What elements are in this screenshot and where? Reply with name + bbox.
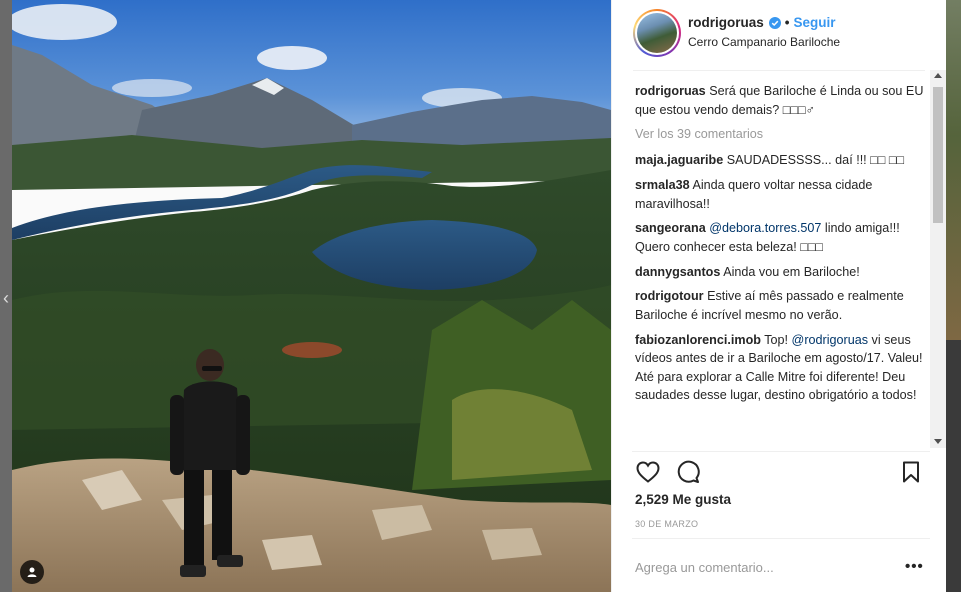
comment-bubble-icon[interactable] (675, 459, 701, 485)
divider (633, 70, 925, 71)
follow-button[interactable]: Seguir (794, 15, 836, 30)
divider (632, 451, 930, 452)
avatar[interactable] (633, 9, 681, 57)
likes-count[interactable]: 2,529 Me gusta (635, 492, 731, 507)
comment-username[interactable]: maja.jaguaribe (635, 153, 723, 167)
chevron-left-icon[interactable]: ‹ (0, 286, 12, 310)
user-tag-icon[interactable] (20, 560, 44, 584)
comment-username[interactable]: fabiozanlorenci.imob (635, 333, 761, 347)
post-header: rodrigoruas • Seguir Cerro Campanario Ba… (612, 0, 947, 70)
list-item: rodrigotour Estive aí mês passado e real… (635, 287, 927, 324)
scroll-down-arrow-icon[interactable] (934, 439, 942, 444)
post-username[interactable]: rodrigoruas (688, 15, 764, 30)
comment-username[interactable]: dannygsantos (635, 265, 720, 279)
comment-mention[interactable]: @rodrigoruas (792, 333, 869, 347)
bookmark-icon[interactable] (898, 459, 924, 485)
comment-text: SAUDADESSSS... daí !!! □□ □□ (726, 153, 905, 168)
caption-username[interactable]: rodrigoruas (635, 84, 706, 98)
comment-username[interactable]: srmala38 (635, 178, 690, 192)
comment-input[interactable] (635, 556, 885, 578)
list-item: srmala38 Ainda quero voltar nessa cidade… (635, 176, 927, 213)
scroll-up-arrow-icon[interactable] (934, 73, 942, 78)
divider (632, 538, 930, 539)
list-item: dannygsantos Ainda vou em Bariloche! (635, 263, 927, 282)
next-post-preview[interactable] (946, 0, 961, 340)
caption: rodrigoruas Será que Bariloche é Linda o… (635, 82, 927, 119)
scrollbar-thumb[interactable] (933, 87, 943, 223)
comment-username[interactable]: sangeorana (635, 221, 706, 235)
comments-scrollbar[interactable] (930, 70, 946, 448)
post-photo[interactable] (12, 0, 611, 592)
mountain-lake-landscape-image (12, 0, 611, 592)
modal-backdrop-right[interactable] (946, 0, 961, 592)
list-item: fabiozanlorenci.imob Top! @rodrigoruas v… (635, 331, 927, 405)
comments-list[interactable]: rodrigoruas Será que Bariloche é Linda o… (635, 82, 927, 450)
verified-badge-icon (768, 16, 781, 29)
comment-username[interactable]: rodrigotour (635, 289, 704, 303)
separator-dot: • (784, 15, 790, 30)
list-item: maja.jaguaribe SAUDADESSSS... daí !!! □□… (635, 151, 927, 170)
post-location[interactable]: Cerro Campanario Bariloche (688, 35, 840, 49)
comment-text-before: Top! (764, 332, 792, 347)
list-item: sangeorana @debora.torres.507 lindo amig… (635, 219, 927, 256)
comment-text: Ainda vou em Bariloche! (723, 264, 860, 279)
more-options-button[interactable]: ••• (905, 558, 924, 575)
post-date: 30 DE MARZO (635, 519, 699, 529)
heart-icon[interactable] (635, 459, 661, 485)
comment-mention[interactable]: @debora.torres.507 (709, 221, 821, 235)
view-all-comments-link[interactable]: Ver los 39 comentarios (635, 125, 927, 144)
